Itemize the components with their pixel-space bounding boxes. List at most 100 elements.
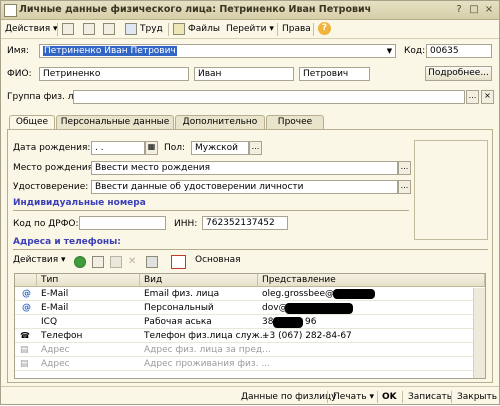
- close-icon[interactable]: ×: [482, 3, 496, 16]
- address-icon: ▤: [20, 345, 29, 355]
- help-icon[interactable]: ?: [318, 22, 331, 35]
- refresh-icon[interactable]: [83, 23, 95, 35]
- drfo-input[interactable]: [79, 216, 166, 230]
- column-header-kind[interactable]: Вид: [140, 274, 258, 287]
- window: Личные данные физического лица: Петринен…: [0, 0, 500, 405]
- inn-input[interactable]: 762352137452: [202, 216, 288, 230]
- toolbar: Действия ▾ Труд Файлы Перейти ▾ Права ?: [1, 20, 499, 39]
- birthplace-label: Место рождения:: [13, 163, 97, 173]
- actions-label: Действия: [5, 24, 51, 34]
- copy-icon[interactable]: [92, 256, 104, 268]
- birth-date-input[interactable]: . .: [91, 141, 145, 155]
- sex-input[interactable]: Мужской: [191, 141, 249, 155]
- table-scrollbar[interactable]: [473, 288, 485, 378]
- edit-icon[interactable]: [110, 256, 122, 268]
- table-row[interactable]: @ E-Mail Email физ. лица oleg.grossbee@: [15, 287, 485, 301]
- numbers-group-title: Индивидуальные номера: [13, 198, 146, 208]
- more-button[interactable]: Подробнее...: [425, 66, 492, 81]
- divider: [402, 391, 403, 403]
- id-document-label: Удостоверение:: [13, 182, 89, 192]
- table-row[interactable]: ☎ Телефон Телефон физ.лица служ... +3 (0…: [15, 329, 485, 343]
- tab-general[interactable]: Общее: [9, 115, 55, 130]
- tabs-area: Общее Персональные данные Дополнительно …: [7, 115, 493, 383]
- title-bar: Личные данные физического лица: Петринен…: [1, 1, 499, 20]
- main-button[interactable]: Основная: [195, 253, 241, 267]
- bottom-bar: Данные по физлицу Печать ▾ OK Записать З…: [1, 386, 499, 406]
- table-row[interactable]: @ E-Mail Персональный dov@: [15, 301, 485, 315]
- table-row[interactable]: ▤ Адрес Адрес проживания физ. ...: [15, 357, 485, 371]
- row-kind: Персональный: [144, 303, 214, 313]
- birth-date-label: Дата рождения:: [13, 143, 91, 153]
- group-clear-button[interactable]: ×: [481, 90, 494, 104]
- trud-button[interactable]: Труд: [140, 22, 163, 36]
- divider: [327, 391, 328, 403]
- sex-label: Пол:: [164, 143, 186, 153]
- row-kind: Email физ. лица: [144, 289, 220, 299]
- photo-box[interactable]: [414, 140, 488, 240]
- goto-menu[interactable]: Перейти ▾: [226, 22, 274, 36]
- print-menu[interactable]: Печать ▾: [333, 390, 374, 404]
- code-label: Код:: [404, 46, 426, 56]
- first-name-input[interactable]: Иван: [194, 67, 294, 81]
- rights-button[interactable]: Права: [282, 22, 311, 36]
- delete-icon[interactable]: ✕: [128, 256, 140, 268]
- print-label: Печать: [333, 392, 367, 402]
- save-icon[interactable]: [62, 23, 74, 35]
- contacts-group-title: Адреса и телефоны:: [13, 237, 121, 247]
- files-button[interactable]: Файлы: [188, 22, 220, 36]
- table-row[interactable]: ICQ Рабочая аська 38 96: [15, 315, 485, 329]
- patronymic-input[interactable]: Петрович: [299, 67, 370, 81]
- row-type: E-Mail: [41, 289, 69, 299]
- tab-personal-data[interactable]: Персональные данные: [56, 115, 174, 129]
- help-title-icon[interactable]: ?: [452, 3, 466, 16]
- code-input[interactable]: 00635: [426, 44, 492, 58]
- divider: [57, 23, 58, 36]
- row-kind: Адрес физ. лица за пред...: [144, 345, 271, 355]
- calendar-icon[interactable]: ▦: [145, 141, 158, 155]
- window-icon: [4, 4, 17, 17]
- drfo-label: Код по ДРФО:: [13, 219, 79, 229]
- divider: [277, 23, 278, 36]
- add-icon[interactable]: [74, 256, 86, 268]
- column-header-representation[interactable]: Представление: [258, 274, 485, 287]
- actions-menu[interactable]: Действия ▾: [5, 22, 58, 36]
- divider: [13, 249, 488, 250]
- surname-input[interactable]: Петриненко: [39, 67, 189, 81]
- save-button[interactable]: Записать: [408, 390, 452, 404]
- chevron-down-icon[interactable]: ▼: [384, 44, 395, 58]
- address-icon: ▤: [20, 359, 29, 369]
- birthplace-input[interactable]: Ввести место рождения: [91, 161, 398, 175]
- contacts-actions-menu[interactable]: Действия ▾: [13, 253, 66, 267]
- data-by-person-button[interactable]: Данные по физлицу: [241, 390, 336, 404]
- column-header-icon: [15, 274, 37, 287]
- sex-select-button[interactable]: ...: [249, 141, 262, 155]
- maximize-icon[interactable]: □: [467, 3, 481, 16]
- close-button[interactable]: Закрыть: [457, 390, 497, 404]
- row-type: Адрес: [41, 359, 70, 369]
- inn-label: ИНН:: [174, 219, 198, 229]
- ok-button[interactable]: OK: [382, 390, 397, 404]
- id-document-input[interactable]: Ввести данные об удостоверении личности: [91, 180, 398, 194]
- table-row[interactable]: ▤ Адрес Адрес физ. лица за пред...: [15, 343, 485, 357]
- row-representation: +3 (067) 282-84-67: [262, 331, 352, 341]
- tab-other[interactable]: Прочее: [266, 115, 324, 129]
- divider: [313, 23, 314, 36]
- divider: [13, 210, 409, 211]
- name-input[interactable]: Петриненко Иван Петрович: [39, 44, 396, 58]
- row-representation: dov@: [262, 303, 288, 313]
- post-icon[interactable]: [103, 23, 115, 35]
- tab-additional[interactable]: Дополнительно: [175, 115, 265, 129]
- redaction-mark: [285, 303, 353, 314]
- list-icon[interactable]: [146, 256, 158, 268]
- id-document-select-button[interactable]: ...: [398, 180, 411, 194]
- main-flag-icon[interactable]: [171, 255, 186, 269]
- divider: [451, 391, 452, 403]
- row-kind: Телефон физ.лица служ...: [144, 331, 269, 341]
- column-header-type[interactable]: Тип: [37, 274, 140, 287]
- row-type: Адрес: [41, 345, 70, 355]
- birthplace-select-button[interactable]: ...: [398, 161, 411, 175]
- group-select-button[interactable]: ...: [466, 90, 479, 104]
- group-input[interactable]: [73, 90, 465, 104]
- goto-label: Перейти: [226, 24, 267, 34]
- files-icon: [173, 23, 185, 35]
